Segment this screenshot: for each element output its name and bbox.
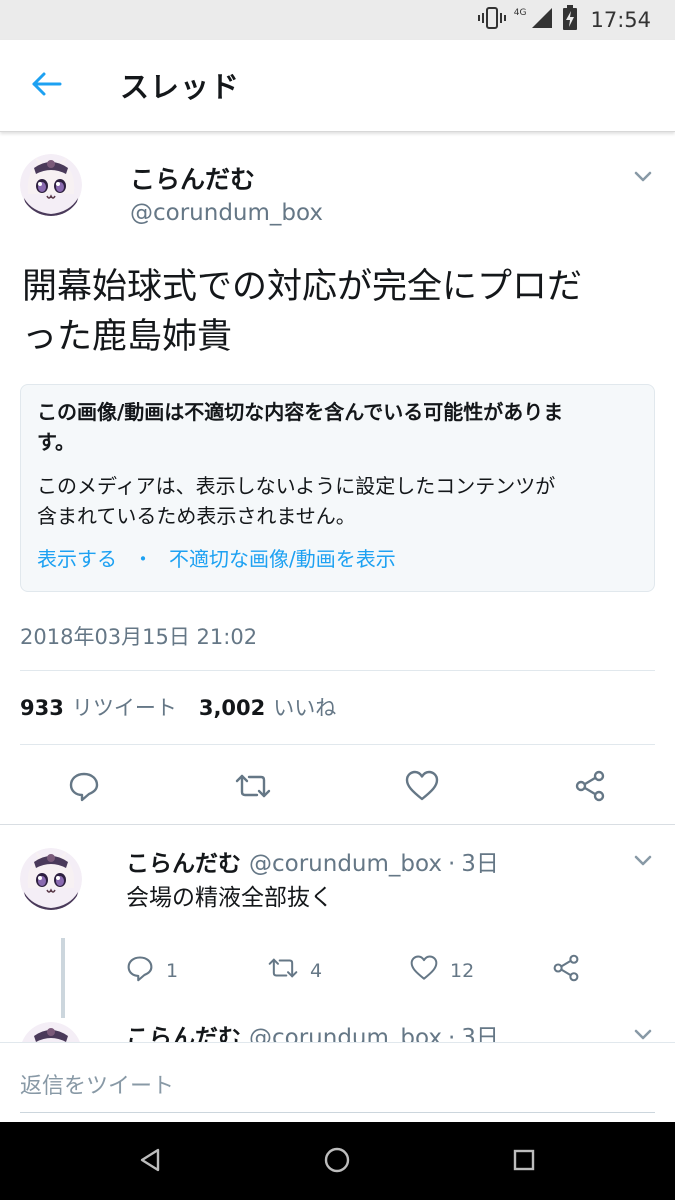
back-button[interactable] — [22, 64, 70, 108]
share-icon — [574, 770, 606, 806]
avatar[interactable] — [20, 154, 82, 216]
share-icon — [552, 954, 580, 987]
back-arrow-icon — [30, 70, 62, 102]
like-icon — [405, 770, 439, 806]
reply-count: 1 — [166, 959, 179, 982]
nav-back-icon — [138, 1147, 162, 1177]
like-count: 12 — [450, 959, 475, 982]
author-name[interactable]: こらんだむ — [130, 160, 255, 196]
divider — [20, 744, 655, 745]
share-button[interactable] — [568, 766, 612, 810]
tweet-actions: 1 4 12 — [126, 954, 646, 986]
like-count[interactable]: 3,002 — [199, 696, 265, 720]
sensitive-title: この画像/動画は不適切な内容を含んでいる可能性がありま す。 — [37, 397, 638, 457]
sensitive-title-line: この画像/動画は不適切な内容を含んでいる可能性がありま — [37, 400, 564, 424]
tweet-stats: 933 リツイート 3,002 いいね — [20, 692, 336, 722]
signal-icon — [530, 6, 554, 34]
app-bar: スレッド — [0, 40, 675, 132]
page-title: スレッド — [120, 70, 241, 104]
reply-button[interactable]: 1 — [126, 954, 178, 987]
reply-icon — [68, 770, 100, 806]
section-divider — [0, 824, 675, 825]
sensitive-actions: 表示する ・ 不適切な画像/動画を表示 — [37, 543, 638, 572]
author-name[interactable]: こらんだむ — [126, 1018, 241, 1042]
show-media-link[interactable]: 表示する — [37, 543, 117, 572]
tweet-text: 開幕始球式での対応が完全にプロだ った鹿島姉貴 — [22, 262, 652, 362]
like-icon — [410, 954, 438, 987]
show-sensitive-media-link[interactable]: 不適切な画像/動画を表示 — [169, 543, 396, 572]
nav-back-button[interactable] — [130, 1142, 170, 1182]
separator: ・ — [133, 547, 153, 571]
avatar[interactable] — [20, 848, 82, 910]
retweet-button[interactable] — [231, 766, 275, 810]
tweet-time: 3日 — [461, 1025, 499, 1042]
battery-charging-icon — [562, 5, 578, 35]
reply-button[interactable] — [62, 766, 106, 810]
sensitive-title-line: す。 — [37, 430, 75, 454]
like-label[interactable]: いいね — [273, 692, 336, 722]
sensitive-media-notice: この画像/動画は不適切な内容を含んでいる可能性がありま す。 このメディアは、表… — [20, 384, 655, 592]
tweet-menu-button[interactable] — [631, 1022, 655, 1042]
tweet-time: 3日 — [461, 851, 499, 877]
system-nav-bar — [0, 1122, 675, 1200]
chevron-down-icon — [631, 171, 655, 192]
status-bar: 4G 17:54 — [0, 0, 675, 40]
separator: · — [447, 851, 456, 877]
nav-home-button[interactable] — [317, 1142, 357, 1182]
sensitive-body: このメディアは、表示しないように設定したコンテンツが 含まれているため表示されま… — [37, 471, 638, 531]
separator: · — [447, 1025, 456, 1042]
clock: 17:54 — [590, 8, 651, 32]
sensitive-body-line: このメディアは、表示しないように設定したコンテンツが — [37, 474, 556, 498]
reply-header: こらんだむ @corundum_box · 3日 — [126, 844, 499, 878]
tweet-actions — [0, 754, 675, 824]
tweet-text-line: 開幕始球式での対応が完全にプロだ — [22, 267, 583, 307]
tweet-timestamp: 2018年03月15日 21:02 — [20, 625, 258, 649]
retweet-count[interactable]: 933 — [20, 696, 64, 720]
reply-header: こらんだむ @corundum_box · 3日 — [126, 1018, 499, 1042]
reply-composer — [0, 1042, 675, 1122]
retweet-label[interactable]: リツイート — [72, 692, 177, 722]
nav-recents-button[interactable] — [504, 1142, 544, 1182]
author-handle[interactable]: @corundum_box — [130, 200, 323, 226]
retweet-count: 4 — [310, 959, 323, 982]
author-name[interactable]: こらんだむ — [126, 844, 241, 878]
reply-icon — [126, 954, 154, 987]
like-button[interactable]: 12 — [410, 954, 474, 987]
reply-tweet[interactable]: こらんだむ @corundum_box · 3日 会場の精液全部抜く 1 4 1… — [0, 826, 675, 1042]
chevron-down-icon — [631, 855, 655, 876]
tweet-text: 会場の精液全部抜く — [126, 885, 333, 911]
thread-line — [61, 938, 65, 1018]
author-handle[interactable]: @corundum_box — [249, 851, 442, 877]
avatar[interactable] — [20, 1022, 82, 1042]
retweet-icon — [235, 770, 271, 806]
like-button[interactable] — [400, 766, 444, 810]
share-button[interactable] — [552, 954, 580, 987]
divider — [20, 670, 655, 671]
nav-home-icon — [323, 1146, 351, 1178]
tweet-menu-button[interactable] — [631, 848, 655, 872]
reply-input[interactable] — [20, 1061, 655, 1113]
sensitive-body-line: 含まれているため表示されません。 — [37, 504, 356, 528]
nav-recents-icon — [512, 1148, 536, 1176]
chevron-down-icon — [631, 1029, 655, 1042]
author-handle[interactable]: @corundum_box — [249, 1025, 442, 1042]
vibrate-icon — [477, 6, 506, 34]
tweet-menu-button[interactable] — [631, 164, 655, 188]
network-type: 4G — [513, 8, 527, 18]
retweet-icon — [268, 954, 298, 987]
retweet-button[interactable]: 4 — [268, 954, 322, 987]
status-icons: 4G 17:54 — [477, 5, 651, 35]
tweet-text-line: った鹿島姉貴 — [22, 317, 233, 357]
